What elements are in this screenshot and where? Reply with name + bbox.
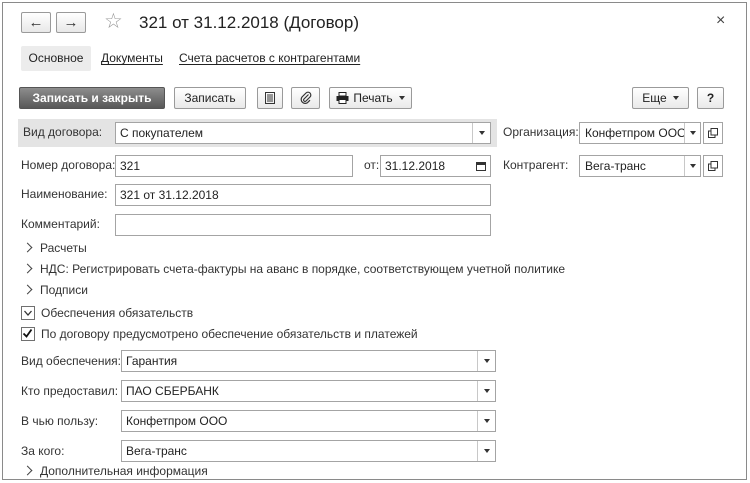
for-whom-select[interactable]: Вега-транс — [121, 440, 496, 462]
beneficiary-value: Конфетпром ООО — [126, 414, 228, 428]
open-organization-button[interactable] — [703, 122, 723, 144]
print-label: Печать — [353, 91, 393, 105]
print-button[interactable]: Печать — [329, 87, 412, 109]
provider-select[interactable]: ПАО СБЕРБАНК — [121, 380, 496, 402]
for-whom-value: Вега-транс — [126, 444, 187, 458]
arrow-left-icon: ← — [28, 14, 44, 31]
security-provided-checkbox[interactable] — [21, 327, 35, 341]
list-icon — [265, 92, 275, 104]
dropdown-arrow-icon — [672, 96, 679, 100]
chevron-down-icon[interactable] — [684, 156, 700, 176]
group-signatures-label: Подписи — [40, 283, 88, 297]
counterparty-select[interactable]: Вега-транс — [579, 155, 701, 177]
tab-documents[interactable]: Документы — [101, 46, 163, 71]
contract-number-label: Номер договора: — [21, 158, 116, 172]
beneficiary-select[interactable]: Конфетпром ООО — [121, 410, 496, 432]
comment-input[interactable] — [115, 214, 491, 236]
obligations-group-toggle[interactable] — [21, 306, 35, 320]
chevron-down-icon — [24, 310, 32, 316]
chevron-down-icon[interactable] — [684, 123, 700, 143]
group-additional-label: Дополнительная информация — [40, 464, 208, 478]
document-window: ← → ☆ 321 от 31.12.2018 (Договор) × Осно… — [2, 2, 747, 480]
forward-button[interactable]: → — [56, 12, 86, 33]
open-link-icon — [708, 128, 718, 138]
provider-value: ПАО СБЕРБАНК — [126, 384, 219, 398]
security-type-label: Вид обеспечения: — [21, 354, 121, 368]
group-payments[interactable]: Расчеты — [22, 239, 87, 257]
attach-button[interactable] — [291, 87, 320, 109]
dropdown-arrow-icon — [398, 96, 405, 100]
save-button[interactable]: Записать — [174, 87, 246, 109]
back-button[interactable]: ← — [21, 12, 51, 33]
organization-value: Конфетпром ООО — [585, 126, 687, 140]
obligations-group-label: Обеспечения обязательств — [41, 306, 194, 320]
date-label: от: — [364, 158, 380, 172]
for-whom-label: За кого: — [21, 444, 65, 458]
tab-main[interactable]: Основное — [21, 46, 91, 71]
chevron-down-icon[interactable] — [477, 441, 495, 461]
contract-type-select[interactable]: С покупателем — [115, 122, 491, 144]
window-title: 321 от 31.12.2018 (Договор) — [139, 13, 359, 32]
calendar-icon[interactable] — [472, 156, 490, 176]
group-vat-label: НДС: Регистрировать счета-фактуры на ава… — [40, 262, 566, 276]
chevron-down-icon[interactable] — [477, 381, 495, 401]
provider-label: Кто предоставил: — [21, 384, 119, 398]
organization-select[interactable]: Конфетпром ООО — [579, 122, 701, 144]
chevron-right-icon — [22, 465, 33, 476]
comment-label: Комментарий: — [21, 217, 100, 231]
beneficiary-label: В чью пользу: — [21, 414, 99, 428]
open-counterparty-button[interactable] — [703, 155, 723, 177]
security-type-value: Гарантия — [126, 354, 178, 368]
name-label: Наименование: — [21, 187, 108, 201]
printer-icon — [336, 92, 349, 104]
chevron-right-icon — [22, 263, 33, 274]
group-additional-info[interactable]: Дополнительная информация — [22, 462, 208, 479]
counterparty-value: Вега-транс — [585, 159, 646, 173]
paperclip-icon — [300, 91, 311, 104]
list-button[interactable] — [257, 87, 283, 109]
security-provided-label: По договору предусмотрено обеспечение об… — [41, 327, 418, 341]
contract-number-input[interactable]: 321 — [115, 155, 353, 177]
more-label: Еще — [642, 91, 667, 105]
favorite-star-icon[interactable]: ☆ — [104, 11, 123, 33]
chevron-down-icon[interactable] — [472, 123, 490, 143]
chevron-down-icon[interactable] — [477, 411, 495, 431]
name-input[interactable]: 321 от 31.12.2018 — [115, 184, 491, 206]
arrow-right-icon: → — [63, 14, 79, 31]
close-icon[interactable]: × — [716, 13, 725, 29]
checkmark-icon — [22, 328, 33, 338]
chevron-down-icon[interactable] — [477, 351, 495, 371]
group-signatures[interactable]: Подписи — [22, 281, 88, 299]
organization-label: Организация: — [503, 125, 579, 139]
tab-settlement-accounts[interactable]: Счета расчетов с контрагентами — [179, 46, 360, 71]
help-button[interactable]: ? — [697, 87, 724, 109]
open-link-icon — [708, 161, 718, 171]
date-input[interactable]: 31.12.2018 — [380, 155, 491, 177]
security-type-select[interactable]: Гарантия — [121, 350, 496, 372]
contract-type-label: Вид договора: — [23, 125, 103, 139]
more-button[interactable]: Еще — [632, 87, 689, 109]
group-vat[interactable]: НДС: Регистрировать счета-фактуры на ава… — [22, 260, 566, 278]
chevron-right-icon — [22, 242, 33, 253]
counterparty-label: Контрагент: — [503, 158, 569, 172]
save-and-close-button[interactable]: Записать и закрыть — [19, 87, 165, 109]
contract-type-value: С покупателем — [120, 126, 204, 140]
date-value: 31.12.2018 — [385, 159, 446, 173]
group-payments-label: Расчеты — [40, 241, 87, 255]
chevron-right-icon — [22, 284, 33, 295]
